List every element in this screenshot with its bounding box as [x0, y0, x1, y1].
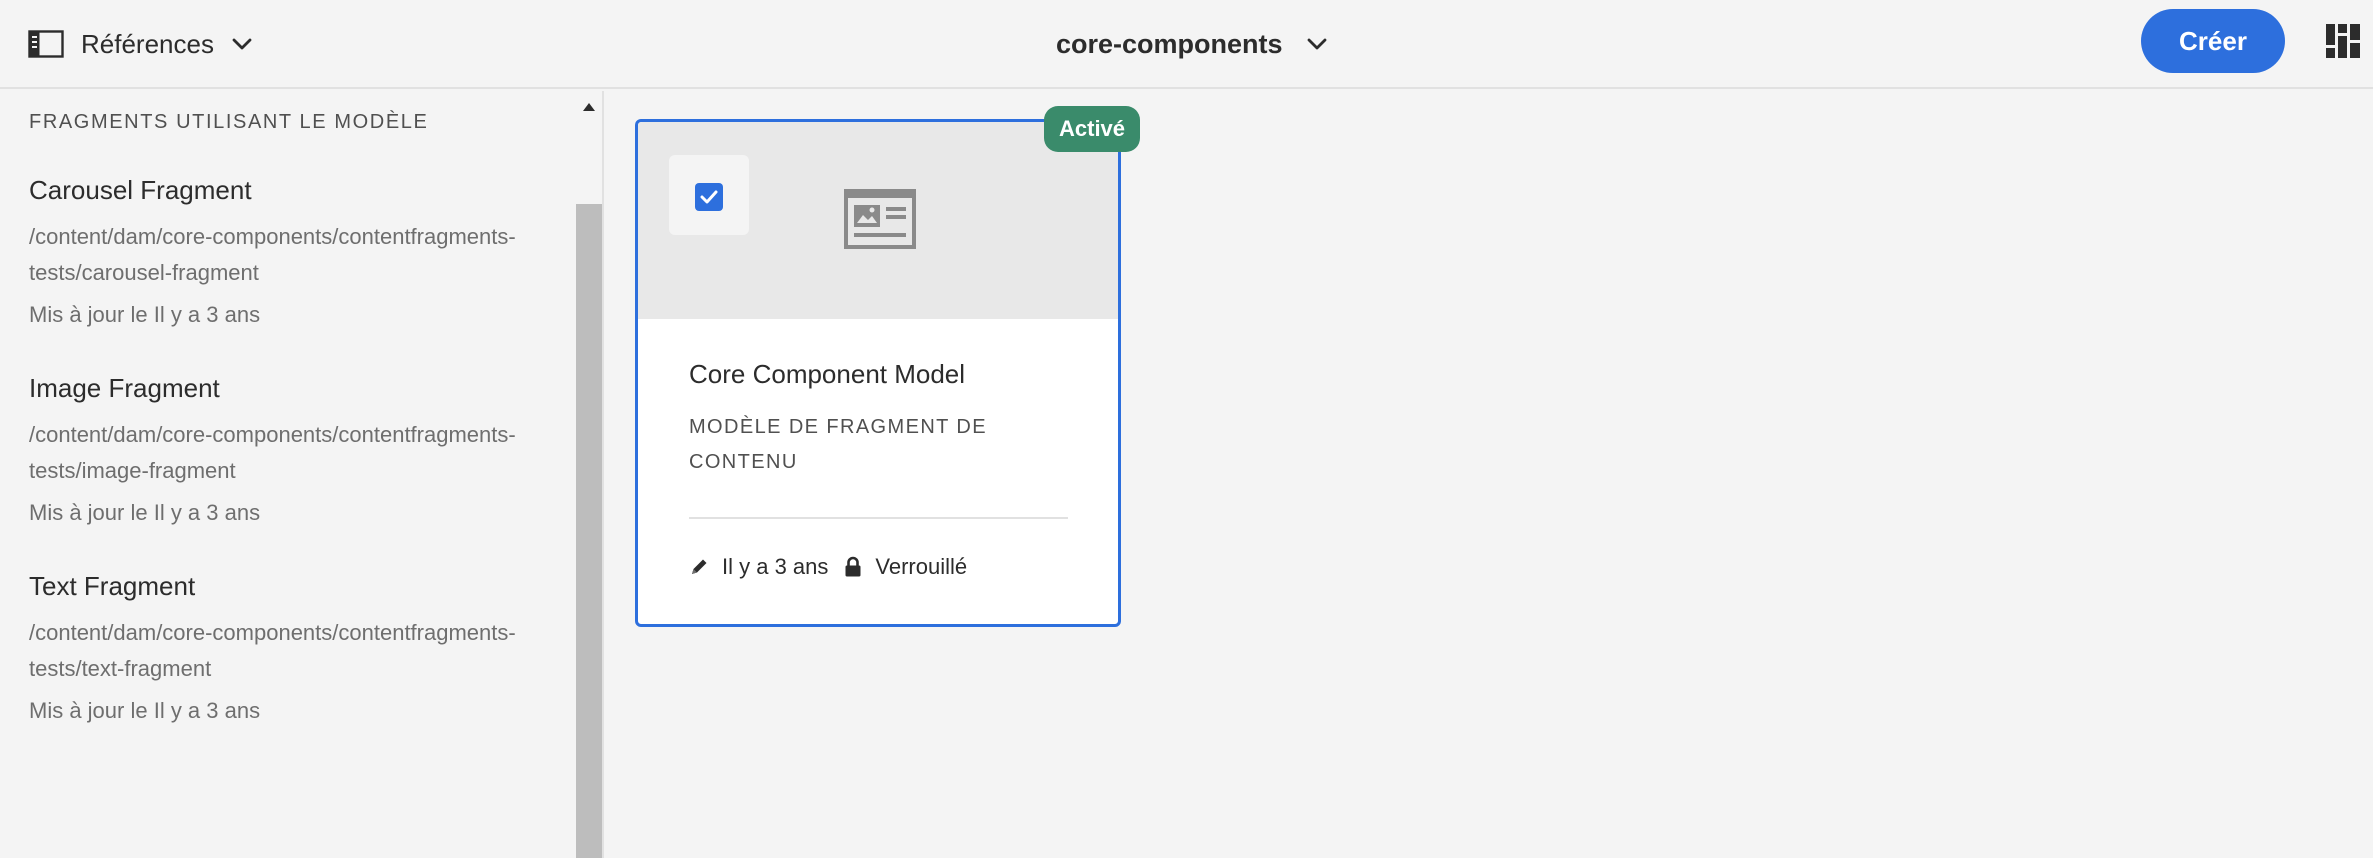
fragment-updated: Mis à jour le Il y a 3 ans — [29, 698, 261, 723]
chevron-down-icon — [1307, 38, 1326, 50]
fragment-path-line: tests/text-fragment — [29, 656, 212, 681]
chevron-down-icon — [232, 38, 252, 50]
fragment-item-carousel[interactable]: Carousel Fragment /content/dam/core-comp… — [29, 173, 559, 331]
fragment-updated: Mis à jour le Il y a 3 ans — [29, 302, 261, 327]
references-rail: FRAGMENTS UTILISANT LE MODÈLE Carousel F… — [0, 91, 604, 858]
card-modified: Il y a 3 ans — [722, 554, 829, 579]
pencil-icon — [692, 559, 707, 574]
fragment-item-image[interactable]: Image Fragment /content/dam/core-compone… — [29, 371, 559, 529]
model-card[interactable]: Core Component Model MODÈLE DE FRAGMENT … — [635, 119, 1121, 627]
page-title: core-components — [1056, 28, 1283, 59]
card-title: Core Component Model — [689, 359, 966, 389]
card-thumbnail — [638, 122, 1118, 319]
fragment-path: /content/dam/core-components/contentfrag… — [29, 417, 549, 489]
card-subtitle: MODÈLE DE FRAGMENT DE CONTENU — [689, 416, 987, 473]
scroll-up-arrow-icon[interactable] — [583, 103, 595, 111]
fragment-path: /content/dam/core-components/contentfrag… — [29, 219, 549, 291]
rail-heading: FRAGMENTS UTILISANT LE MODÈLE — [29, 111, 429, 133]
card-footer: Il y a 3 ans Verrouillé — [689, 552, 967, 582]
fragment-updated: Mis à jour le Il y a 3 ans — [29, 500, 261, 525]
view-switcher-icon[interactable] — [2326, 24, 2360, 58]
fragment-path-line: tests/image-fragment — [29, 458, 236, 483]
rail-toggle-button[interactable]: Références — [28, 22, 252, 66]
checkmark-icon — [700, 190, 718, 204]
location-title[interactable]: core-components — [1056, 22, 1327, 66]
fragment-item-text[interactable]: Text Fragment /content/dam/core-componen… — [29, 569, 559, 727]
card-checkbox[interactable] — [695, 183, 723, 211]
lock-icon — [845, 556, 861, 577]
top-bar: Références core-components Créer — [0, 0, 2373, 89]
fragment-title: Image Fragment — [29, 373, 220, 403]
fragment-path-line: /content/dam/core-components/contentfrag… — [29, 620, 516, 645]
fragment-title: Carousel Fragment — [29, 175, 252, 205]
rail-scrollbar-thumb[interactable] — [576, 204, 602, 858]
rail-label: Références — [81, 28, 214, 59]
sidebar-panel-icon — [28, 30, 64, 58]
fragment-path-line: /content/dam/core-components/contentfrag… — [29, 422, 516, 447]
create-button[interactable]: Créer — [2141, 9, 2285, 73]
fragment-path: /content/dam/core-components/contentfrag… — [29, 615, 549, 687]
fragment-path-line: tests/carousel-fragment — [29, 260, 259, 285]
card-lock-status: Verrouillé — [875, 554, 968, 579]
card-select-area[interactable] — [669, 155, 749, 235]
fragment-title: Text Fragment — [29, 571, 196, 601]
content-fragment-model-icon — [844, 189, 916, 249]
status-badge: Activé — [1044, 106, 1141, 152]
card-divider — [689, 517, 1068, 519]
fragment-path-line: /content/dam/core-components/contentfrag… — [29, 224, 516, 249]
